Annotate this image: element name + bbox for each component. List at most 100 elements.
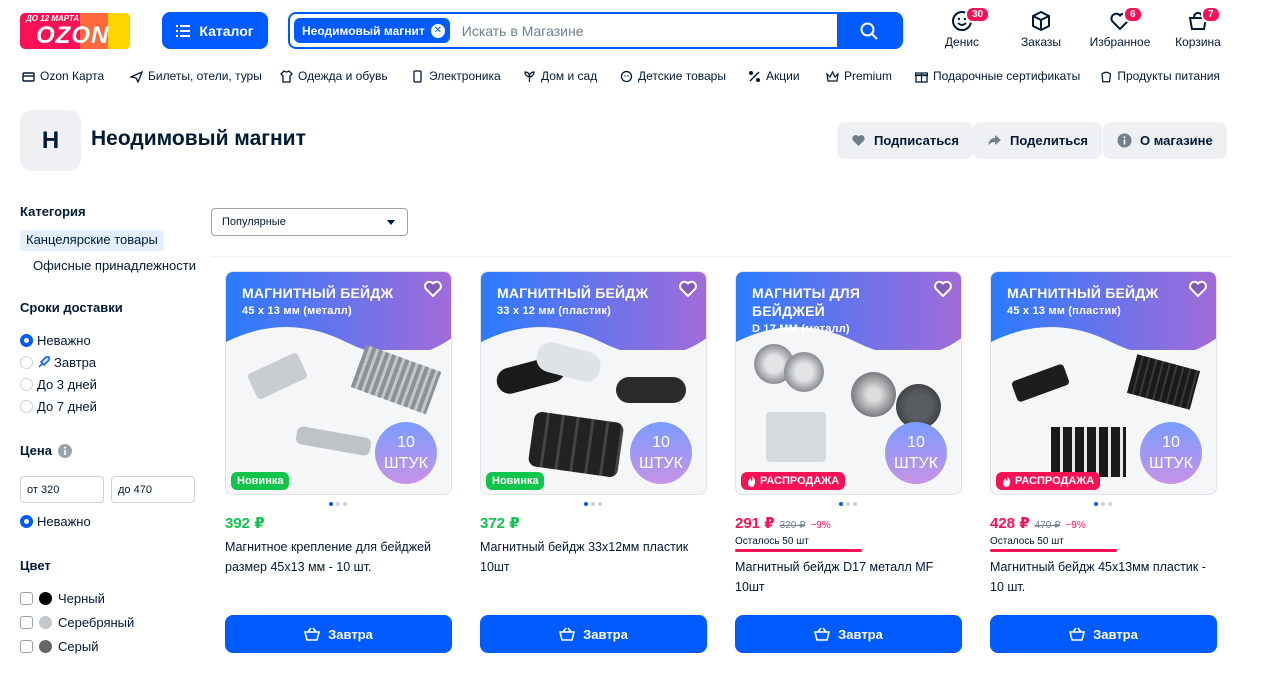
option-label: Неважно xyxy=(37,513,91,529)
fire-icon xyxy=(748,475,756,487)
new-badge: Новинка xyxy=(486,472,545,490)
info-icon[interactable] xyxy=(57,443,72,458)
delivery-option-7days[interactable]: До 7 дней xyxy=(20,397,97,415)
product-image[interactable]: МАГНИТЫ ДЛЯ БЕЙДЖЕЙ D 17 ММ (металл) 10 ШТ… xyxy=(735,271,962,495)
rocket-icon xyxy=(38,355,50,368)
product-card[interactable]: МАГНИТЫ ДЛЯ БЕЙДЖЕЙ D 17 ММ (металл) 10 ШТ… xyxy=(735,271,962,653)
nav-gift-cards[interactable]: Подарочные сертификаты xyxy=(915,66,1100,86)
color-heading: Цвет xyxy=(20,558,51,573)
sale-badge: РАСПРОДАЖА xyxy=(741,472,846,490)
category-item-selected[interactable]: Канцелярские товары xyxy=(20,230,164,251)
favorite-heart-icon[interactable] xyxy=(1188,279,1208,299)
add-to-cart-button[interactable]: Завтра xyxy=(990,615,1217,653)
buy-label: Завтра xyxy=(328,626,373,642)
header-cart[interactable]: 7 Корзина xyxy=(1163,6,1233,49)
checkbox[interactable] xyxy=(20,615,33,629)
pack-count: 10 xyxy=(907,434,925,451)
product-name[interactable]: Магнитное крепление для бейджей размер 4… xyxy=(225,537,452,577)
search-input[interactable] xyxy=(461,22,837,39)
product-card[interactable]: МАГНИТНЫЙ БЕЙДЖ 45 х 13 мм (пластик) 10 ШТ… xyxy=(990,271,1217,653)
ozon-logo[interactable]: ДО 12 МАРТА OZON xyxy=(20,13,130,49)
category-item-sub[interactable]: Офисные принадлежности xyxy=(33,258,196,273)
product-card[interactable]: МАГНИТНЫЙ БЕЙДЖ 45 х 13 мм (металл) 10 ШТУ… xyxy=(225,271,452,653)
option-label: Черный xyxy=(58,590,105,606)
pack-badge: 10 ШТУК xyxy=(630,422,692,484)
image-pager-dots[interactable] xyxy=(329,502,347,506)
banner-title-text: МАГНИТЫ ДЛЯ БЕЙДЖЕЙ xyxy=(752,285,861,319)
checkbox[interactable] xyxy=(20,639,33,653)
nav-kids[interactable]: Детские товары xyxy=(620,66,748,86)
current-price: 392 ₽ xyxy=(225,515,265,532)
nav-electronics[interactable]: Электроника xyxy=(411,66,523,86)
header-favorites[interactable]: 6 Избранное xyxy=(1085,6,1155,49)
delivery-heading: Сроки доставки xyxy=(20,300,123,315)
checkbox[interactable] xyxy=(20,591,33,605)
delivery-option-any[interactable]: Неважно xyxy=(20,331,91,349)
current-price: 291 ₽ xyxy=(735,515,775,532)
product-name[interactable]: Магнитный бейдж 45х13мм пластик - 10 шт. xyxy=(990,557,1217,597)
buy-label: Завтра xyxy=(838,626,883,642)
header-orders[interactable]: Заказы xyxy=(1006,10,1076,49)
price-to-input[interactable]: до 470 xyxy=(111,476,195,503)
image-pager-dots[interactable] xyxy=(839,502,857,506)
product-photo xyxy=(295,425,372,457)
about-shop-button[interactable]: О магазине xyxy=(1103,122,1227,159)
option-label: Серебряный xyxy=(58,614,135,630)
product-name[interactable]: Магнитный бейдж D17 металл MF 10шт xyxy=(735,557,962,597)
nav-tickets[interactable]: Билеты, отели, туры xyxy=(130,66,280,86)
favorite-heart-icon[interactable] xyxy=(423,279,443,299)
new-badge: Новинка xyxy=(231,472,290,490)
nav-label: Подарочные сертификаты xyxy=(933,69,1081,83)
sort-select[interactable]: Популярные xyxy=(211,208,408,236)
option-label: До 3 дней xyxy=(37,376,97,392)
pack-badge: 10 ШТУК xyxy=(885,422,947,484)
color-swatch xyxy=(39,639,52,653)
pack-unit: ШТУК xyxy=(384,455,428,472)
image-pager-dots[interactable] xyxy=(1094,502,1112,506)
nav-premium[interactable]: Premium xyxy=(826,66,915,86)
add-to-cart-button[interactable]: Завтра xyxy=(735,615,962,653)
catalog-button[interactable]: Каталог xyxy=(162,12,268,49)
banner-title: МАГНИТНЫЙ БЕЙДЖ 45 х 13 мм (пластик) xyxy=(1007,284,1187,320)
nav-clothes[interactable]: Одежда и обувь xyxy=(280,66,411,86)
nav-ozon-card[interactable]: Ozon Карта xyxy=(22,66,130,86)
banner-title: МАГНИТНЫЙ БЕЙДЖ 33 х 12 мм (пластик) xyxy=(497,284,677,320)
color-option-silver[interactable]: Серебряный xyxy=(20,613,134,631)
orders-label: Заказы xyxy=(1020,35,1062,49)
close-icon[interactable]: ✕ xyxy=(430,23,445,38)
header-profile[interactable]: 30 Денис xyxy=(927,6,997,49)
subscribe-label: Подписаться xyxy=(874,133,960,148)
add-to-cart-button[interactable]: Завтра xyxy=(225,615,452,653)
banner-title-text: МАГНИТНЫЙ БЕЙДЖ xyxy=(497,285,649,301)
image-pager-dots[interactable] xyxy=(584,502,602,506)
page-title: Неодимовый магнит xyxy=(91,127,306,150)
nav-home[interactable]: Дом и сад xyxy=(523,66,620,86)
search-button[interactable] xyxy=(837,14,901,47)
product-image[interactable]: МАГНИТНЫЙ БЕЙДЖ 45 х 13 мм (металл) 10 ШТУ… xyxy=(225,271,452,495)
nav-promo[interactable]: Акции xyxy=(748,66,826,86)
price-from-input[interactable]: от 320 xyxy=(20,476,104,503)
product-name[interactable]: Магнитный бейдж 33х12мм пластик 10шт xyxy=(480,537,707,577)
color-option-black[interactable]: Черный xyxy=(20,589,105,607)
nav-food[interactable]: Продукты питания xyxy=(1100,66,1220,86)
current-price: 428 ₽ xyxy=(990,515,1030,532)
banner-wave xyxy=(991,327,1216,372)
product-image[interactable]: МАГНИТНЫЙ БЕЙДЖ 33 х 12 мм (пластик) 10 ШТ… xyxy=(480,271,707,495)
delivery-option-3days[interactable]: До 3 дней xyxy=(20,375,97,393)
favorite-heart-icon[interactable] xyxy=(678,279,698,299)
discount: −9% xyxy=(1065,520,1086,531)
option-label: До 7 дней xyxy=(37,398,97,414)
plane-icon xyxy=(130,70,143,83)
search-filter-chip[interactable]: Неодимовый магнит ✕ xyxy=(294,18,450,43)
option-label: Серый xyxy=(58,638,99,654)
favorite-heart-icon[interactable] xyxy=(933,279,953,299)
add-to-cart-button[interactable]: Завтра xyxy=(480,615,707,653)
subscribe-button[interactable]: Подписаться xyxy=(837,122,974,159)
price-option-any[interactable]: Неважно xyxy=(20,512,91,530)
delivery-option-tomorrow[interactable]: Завтра xyxy=(20,353,96,371)
product-image[interactable]: МАГНИТНЫЙ БЕЙДЖ 45 х 13 мм (пластик) 10 ШТ… xyxy=(990,271,1217,495)
product-card[interactable]: МАГНИТНЫЙ БЕЙДЖ 33 х 12 мм (пластик) 10 ШТ… xyxy=(480,271,707,653)
category-heading: Категория xyxy=(20,204,86,219)
color-option-gray[interactable]: Серый xyxy=(20,637,98,655)
share-button[interactable]: Поделиться xyxy=(973,122,1103,159)
